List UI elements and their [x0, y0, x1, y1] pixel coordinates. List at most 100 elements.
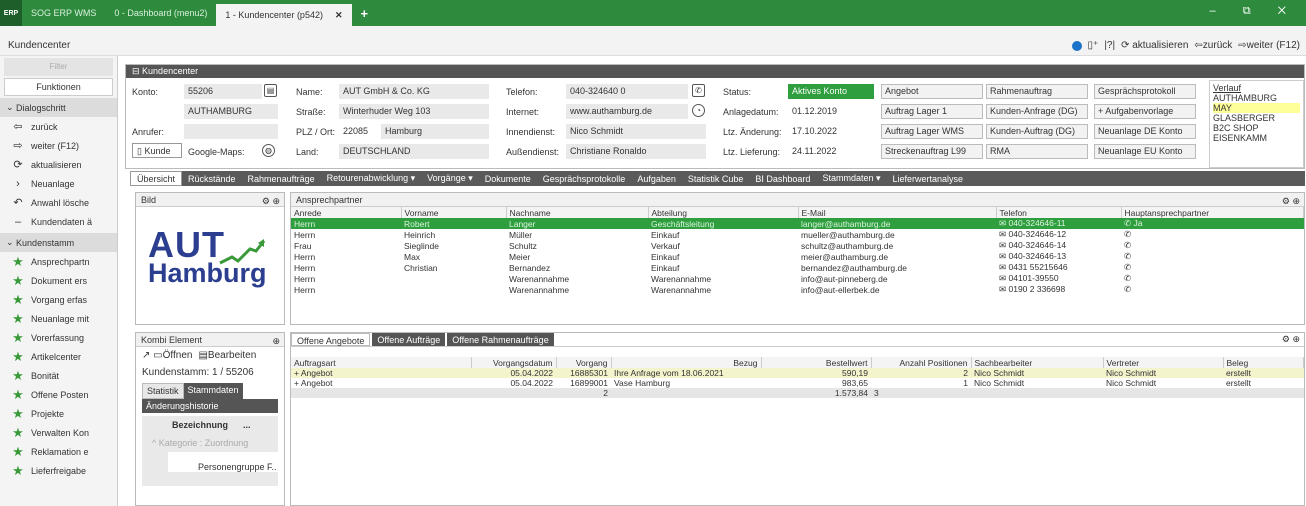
- nav-item[interactable]: Vorgänge ▾: [421, 173, 479, 184]
- nav-item[interactable]: Rückstände: [182, 174, 242, 184]
- strasse-field[interactable]: Winterhuder Weg 103: [339, 104, 489, 119]
- column-header[interactable]: Auftragsart: [291, 357, 472, 368]
- sidebar-item-kunden[interactable]: ★ Verwalten Kon: [0, 423, 117, 442]
- web-icon[interactable]: ◔: [692, 104, 705, 117]
- new-tab-icon[interactable]: +: [352, 0, 378, 26]
- sidebar-item-kunden[interactable]: ★ Vorgang erfas: [0, 290, 117, 309]
- nav-item[interactable]: Retourenabwicklung ▾: [321, 173, 422, 184]
- sidebar-item-kunden[interactable]: ★ Artikelcenter: [0, 347, 117, 366]
- column-header[interactable]: Sachbearbeiter: [971, 357, 1104, 368]
- settings-icon[interactable]: ⚙ ⊕: [262, 194, 280, 208]
- innendienst-field[interactable]: Nico Schmidt: [566, 124, 706, 139]
- verlauf-item[interactable]: AUTHAMBURG: [1213, 93, 1300, 103]
- section-kundenstamm[interactable]: ⌄ Kundenstamm: [0, 233, 117, 252]
- nav-item[interactable]: Übersicht: [130, 171, 183, 186]
- column-header[interactable]: Vorgang: [556, 357, 612, 368]
- phone-icon[interactable]: ✆: [1124, 251, 1131, 261]
- plz-field[interactable]: 22085: [339, 124, 379, 139]
- personengruppe-row[interactable]: Personengruppe F..: [168, 452, 278, 472]
- sidebar-item-0[interactable]: ⇦ zurück: [0, 117, 117, 136]
- tab-offene-angebote[interactable]: Offene Angebote: [291, 333, 371, 346]
- name-field[interactable]: AUT GmbH & Co. KG: [339, 84, 489, 99]
- sidebar-item-kunden[interactable]: ★ Lieferfreigabe: [0, 461, 117, 480]
- sidebar-item-5[interactable]: – Kundendaten ä: [0, 212, 117, 231]
- action-button[interactable]: Gesprächsprotokoll: [1094, 84, 1196, 99]
- ort-field[interactable]: Hamburg: [381, 124, 489, 139]
- column-header[interactable]: Beleg: [1223, 357, 1304, 368]
- action-button[interactable]: RMA: [986, 144, 1088, 159]
- column-header[interactable]: Abteilung: [648, 207, 799, 218]
- action-button[interactable]: Streckenauftrag L99: [881, 144, 983, 159]
- column-header[interactable]: Vertreter: [1103, 357, 1224, 368]
- nav-item[interactable]: Aufgaben: [631, 174, 682, 184]
- table-row[interactable]: Herrn Robert Langer Geschäftsleitung langer@…: [291, 218, 1304, 229]
- sidebar-item-1[interactable]: ⇨ weiter (F12): [0, 136, 117, 155]
- tab-statistik[interactable]: Statistik: [142, 383, 184, 399]
- table-row[interactable]: Herrn Warenannahme Warenannahme info@aut-el…: [291, 284, 1304, 295]
- settings-icon[interactable]: ⚙ ⊕: [1282, 194, 1300, 208]
- forward-button[interactable]: ⇨weiter (F12): [1238, 40, 1300, 51]
- sidebar-item-kunden[interactable]: ★ Vorerfassung: [0, 328, 117, 347]
- table-row[interactable]: Herrn Heinrich Müller Einkauf mueller@autham…: [291, 229, 1304, 240]
- action-button[interactable]: Kunden-Anfrage (DG): [986, 104, 1088, 119]
- phone-icon[interactable]: ✆: [1124, 273, 1131, 283]
- table-row[interactable]: + Angebot 05.04.2022 16899001 Vase Hamburg 9…: [291, 378, 1304, 388]
- column-header[interactable]: Nachname: [506, 207, 649, 218]
- tab-aenderungshistorie[interactable]: Änderungshistorie: [142, 399, 278, 413]
- section-dialogschritt[interactable]: ⌄ Dialogschritt: [0, 98, 117, 117]
- nav-item[interactable]: Dokumente: [479, 174, 537, 184]
- action-button[interactable]: Auftrag Lager WMS: [881, 124, 983, 139]
- tab-offene-auftraege[interactable]: Offene Aufträge: [372, 333, 446, 346]
- table-row[interactable]: Herrn Christian Bernandez Einkauf bernandez@…: [291, 262, 1304, 273]
- sidebar-item-kunden[interactable]: ★ Dokument ers: [0, 271, 117, 290]
- sidebar-item-kunden[interactable]: ★ Projekte: [0, 404, 117, 423]
- nav-item[interactable]: BI Dashboard: [749, 174, 816, 184]
- phone-icon[interactable]: ✆: [692, 84, 705, 97]
- phone-icon[interactable]: ✆: [1124, 262, 1131, 272]
- settings-icon[interactable]: ⚙ ⊕: [1282, 334, 1300, 345]
- sidebar-item-kunden[interactable]: ★ Offene Posten: [0, 385, 117, 404]
- tab-sog-erp[interactable]: SOG ERP WMS: [22, 0, 105, 26]
- tab-dashboard[interactable]: 0 - Dashboard (menu2): [105, 0, 216, 26]
- tab-kundencenter[interactable]: 1 - Kundencenter (p542) ✕: [216, 4, 352, 26]
- close-tab-icon[interactable]: ✕: [335, 10, 343, 21]
- tab-offene-rahmenauftraege[interactable]: Offene Rahmenaufträge: [447, 333, 554, 346]
- action-button[interactable]: + Aufgabenvorlage: [1094, 104, 1196, 119]
- table-row[interactable]: Herrn Max Meier Einkauf meier@authamburg.de ✉…: [291, 251, 1304, 262]
- phone-icon[interactable]: ✆: [1124, 240, 1131, 250]
- column-header[interactable]: Vorgangsdatum: [471, 357, 557, 368]
- help-icon[interactable]: |?|: [1104, 40, 1115, 51]
- open-button[interactable]: ↗ ▭Öffnen: [142, 350, 192, 361]
- anrufer-field[interactable]: [184, 124, 278, 139]
- window-controls[interactable]: – ⧉ ✕: [1210, 5, 1298, 18]
- nav-item[interactable]: Rahmenaufträge: [242, 174, 321, 184]
- matchcode-field[interactable]: AUTHAMBURG: [184, 104, 278, 119]
- table-row[interactable]: Frau Sieglinde Schultz Verkauf schultz@autha…: [291, 240, 1304, 251]
- nav-item[interactable]: Stammdaten ▾: [816, 173, 886, 184]
- internet-field[interactable]: www.authamburg.de: [566, 104, 688, 119]
- filter-input[interactable]: Filter: [4, 58, 113, 76]
- sidebar-item-2[interactable]: ⟳ aktualisieren: [0, 155, 117, 174]
- nav-item[interactable]: Gesprächsprotokolle: [537, 174, 632, 184]
- sidebar-item-kunden[interactable]: ★ Ansprechpartn: [0, 252, 117, 271]
- back-button[interactable]: ⇦zurück: [1194, 40, 1232, 51]
- column-header[interactable]: Hauptansprechpartner: [1121, 207, 1304, 218]
- refresh-button[interactable]: ⟳ aktualisieren: [1121, 40, 1188, 51]
- table-row[interactable]: Herrn Warenannahme Warenannahme info@aut-pi…: [291, 273, 1304, 284]
- konto-field[interactable]: 55206: [184, 84, 262, 99]
- column-header[interactable]: Anrede: [291, 207, 402, 218]
- aussendienst-field[interactable]: Christiane Ronaldo: [566, 144, 706, 159]
- sidebar-item-kunden[interactable]: ★ Reklamation e: [0, 442, 117, 461]
- action-button[interactable]: Angebot: [881, 84, 983, 99]
- folder-icon[interactable]: ▤: [264, 84, 277, 97]
- column-header[interactable]: Bezug: [611, 357, 762, 368]
- verlauf-item[interactable]: MAY: [1213, 103, 1300, 113]
- more-icon[interactable]: ...: [243, 420, 251, 430]
- edit-button[interactable]: ▤Bearbeiten: [198, 350, 256, 361]
- functions-tab[interactable]: Funktionen: [4, 78, 113, 96]
- action-button[interactable]: Kunden-Auftrag (DG): [986, 124, 1088, 139]
- telefon-field[interactable]: 040-324640 0: [566, 84, 688, 99]
- maps-icon[interactable]: ◍: [262, 144, 275, 157]
- column-header[interactable]: E-Mail: [798, 207, 997, 218]
- sidebar-item-kunden[interactable]: ★ Bonität: [0, 366, 117, 385]
